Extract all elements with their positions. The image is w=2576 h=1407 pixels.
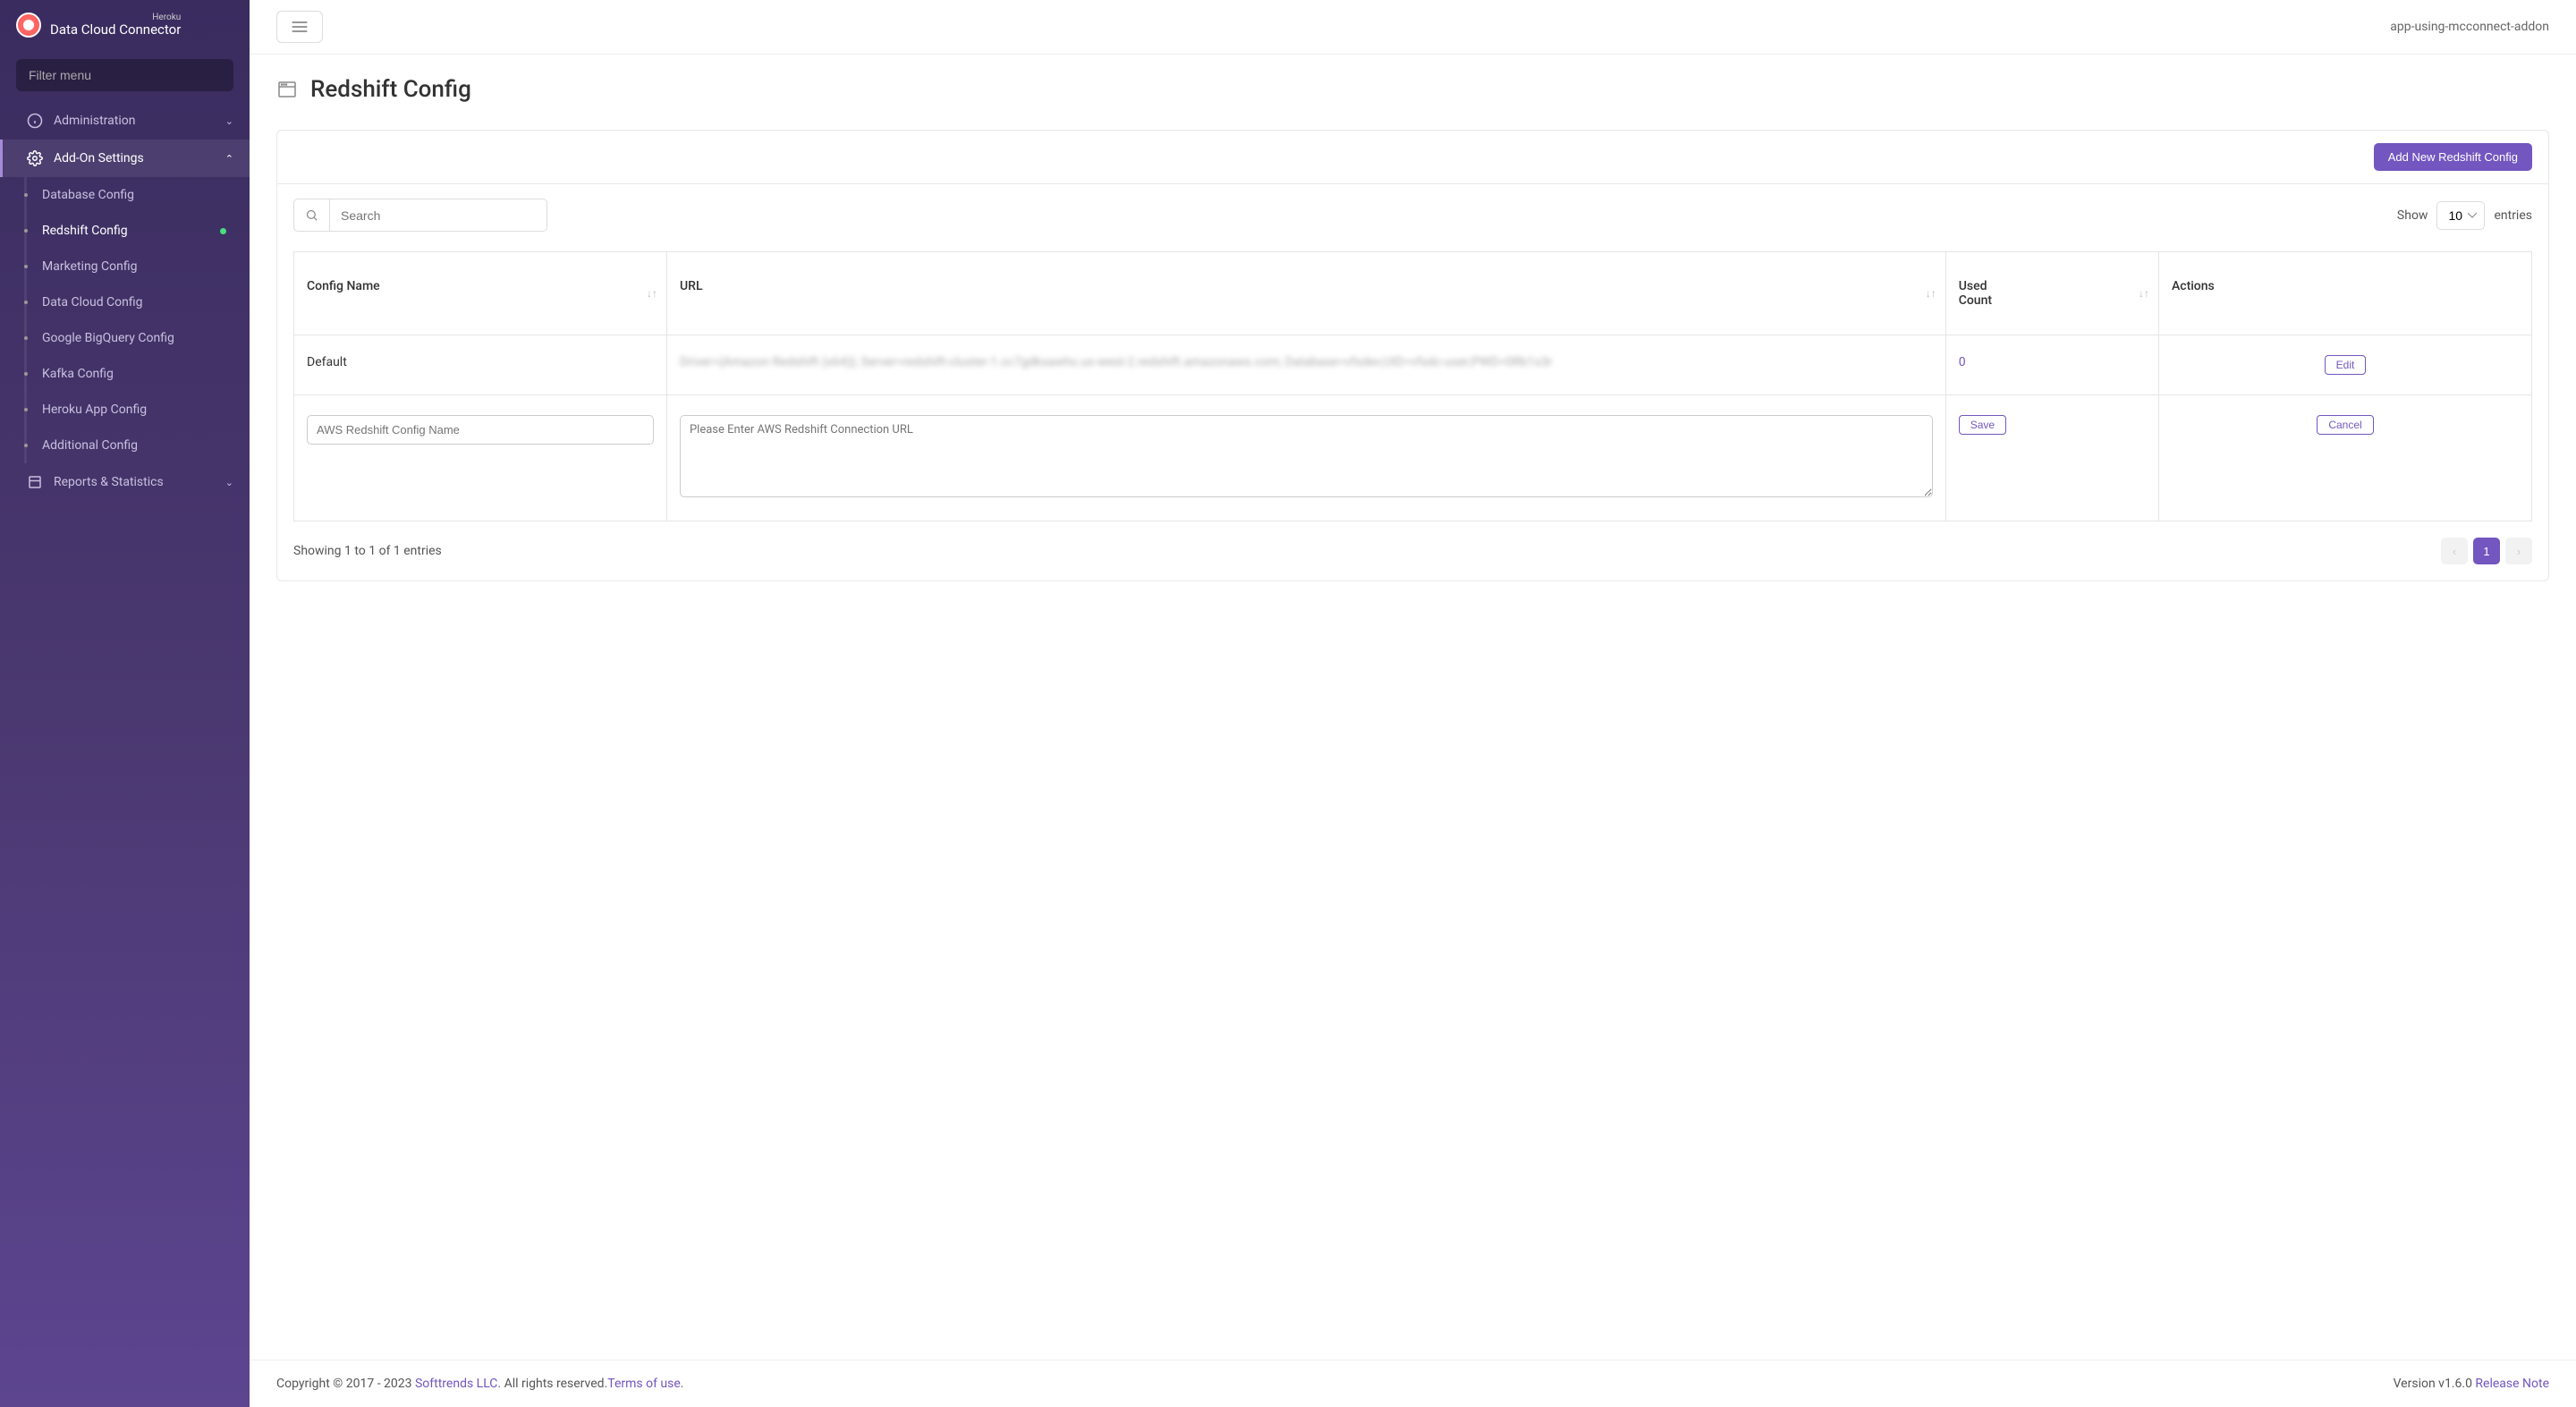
chevron-down-icon: ⌄ [225, 115, 233, 127]
cell-url: Driver={Amazon Redshift (x64)}; Server=r… [666, 335, 1945, 395]
nav-administration[interactable]: Administration ⌄ [0, 102, 250, 140]
info-icon [27, 113, 43, 129]
sidebar-item-redshift-config[interactable]: Redshift Config [24, 213, 250, 249]
app-name-label: app-using-mcconnect-addon [2390, 20, 2549, 34]
table-row: Default Driver={Amazon Redshift (x64)}; … [294, 335, 2532, 395]
page-1-button[interactable]: 1 [2473, 538, 2500, 564]
col-config-name[interactable]: Config Name↓↑ [294, 252, 667, 335]
sidebar-item-kafka-config[interactable]: Kafka Config [24, 356, 250, 392]
save-button[interactable]: Save [1959, 415, 2006, 435]
config-table: Config Name↓↑ URL↓↑ Used Count↓↑ Actions… [293, 251, 2532, 521]
col-used-count[interactable]: Used Count↓↑ [1945, 252, 2158, 335]
gear-icon [27, 150, 43, 166]
page-header: Redshift Config [250, 55, 2576, 130]
nav-reports[interactable]: Reports & Statistics ⌄ [0, 463, 250, 501]
new-row: Save Cancel [294, 395, 2532, 521]
terms-link[interactable]: Terms of use [607, 1377, 681, 1391]
search-icon [293, 199, 329, 232]
entries-select[interactable]: 10 [2436, 201, 2485, 230]
window-icon [276, 79, 298, 100]
chevron-down-icon: ⌄ [225, 477, 233, 488]
sidebar-item-heroku-app-config[interactable]: Heroku App Config [24, 392, 250, 428]
chevron-up-icon: ⌃ [225, 153, 233, 165]
sort-icon: ↓↑ [2139, 287, 2149, 300]
cancel-button[interactable]: Cancel [2317, 415, 2373, 435]
col-actions: Actions [2158, 252, 2531, 335]
sidebar-item-data-cloud-config[interactable]: Data Cloud Config [24, 284, 250, 320]
sidebar-item-additional-config[interactable]: Additional Config [24, 428, 250, 463]
toggle-sidebar-button[interactable] [276, 11, 323, 43]
sidebar-item-bigquery-config[interactable]: Google BigQuery Config [24, 320, 250, 356]
page-next-button[interactable]: › [2505, 538, 2532, 564]
logo-icon [16, 13, 41, 38]
cell-name: Default [294, 335, 667, 395]
release-note-link[interactable]: Release Note [2475, 1377, 2549, 1391]
topbar: app-using-mcconnect-addon [250, 0, 2576, 55]
nav-label: Reports & Statistics [54, 475, 164, 489]
brand-main: Data Cloud Connector [50, 22, 181, 38]
col-url[interactable]: URL↓↑ [666, 252, 1945, 335]
sort-icon: ↓↑ [647, 287, 657, 300]
sidebar-item-marketing-config[interactable]: Marketing Config [24, 249, 250, 284]
active-indicator-icon [220, 228, 226, 234]
connection-url-textarea[interactable] [680, 415, 1933, 497]
show-label: Show [2397, 208, 2428, 223]
company-link[interactable]: Softtrends LLC [415, 1377, 497, 1391]
edit-button[interactable]: Edit [2325, 355, 2367, 375]
sidebar-header: Heroku Data Cloud Connector [0, 0, 250, 50]
nav-label: Add-On Settings [54, 151, 144, 165]
pagination: ‹ 1 › [2441, 538, 2532, 564]
cell-count: 0 [1945, 335, 2158, 395]
report-icon [27, 474, 43, 490]
nav-addon-settings[interactable]: Add-On Settings ⌃ [0, 140, 250, 177]
sidebar: Heroku Data Cloud Connector Administrati… [0, 0, 250, 1407]
main: app-using-mcconnect-addon Redshift Confi… [250, 0, 2576, 1407]
entries-label: entries [2494, 208, 2532, 223]
page-prev-button[interactable]: ‹ [2441, 538, 2468, 564]
filter-menu-input[interactable] [16, 59, 233, 91]
page-title: Redshift Config [310, 76, 471, 103]
version-text: Version v1.6.0 [2394, 1377, 2476, 1391]
search-input[interactable] [329, 199, 547, 232]
config-panel: Add New Redshift Config Show 10 entries [276, 130, 2549, 581]
config-name-input[interactable] [307, 415, 654, 445]
nav: Administration ⌄ Add-On Settings ⌃ Datab… [0, 102, 250, 1407]
sidebar-item-database-config[interactable]: Database Config [24, 177, 250, 213]
copyright-text: Copyright © 2017 - 2023 [276, 1377, 415, 1391]
footer: Copyright © 2017 - 2023 Softtrends LLC. … [250, 1360, 2576, 1407]
nav-label: Administration [54, 114, 135, 128]
add-new-config-button[interactable]: Add New Redshift Config [2374, 143, 2532, 171]
sort-icon: ↓↑ [1926, 287, 1936, 300]
table-footer-info: Showing 1 to 1 of 1 entries [293, 544, 442, 558]
